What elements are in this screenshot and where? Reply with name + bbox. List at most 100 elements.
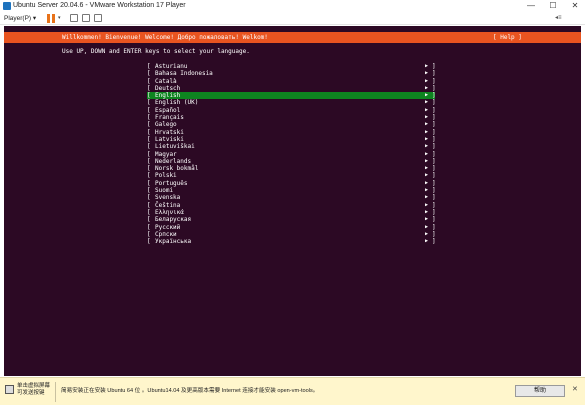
- help-button[interactable]: 帮助: [515, 385, 565, 397]
- language-label: Čeština: [155, 201, 181, 209]
- left-bracket: [: [147, 92, 151, 100]
- language-label: Lietuviškai: [155, 143, 195, 151]
- language-label: Deutsch: [155, 84, 181, 92]
- language-option[interactable]: [Беларуская ▶]: [147, 216, 436, 224]
- window-title-bar[interactable]: Ubuntu Server 20.04.6 - VMware Workstati…: [0, 0, 585, 12]
- right-bracket: ]: [432, 92, 436, 100]
- left-bracket: [: [147, 194, 151, 202]
- language-option[interactable]: [Français ▶]: [147, 114, 436, 122]
- language-option[interactable]: [Português ▶]: [147, 179, 436, 187]
- right-bracket: ]: [432, 201, 436, 209]
- left-bracket: [: [147, 128, 151, 136]
- vmware-toolbar: Player(P) ▾ ▾ ◂≡: [0, 12, 585, 25]
- language-list: [Asturianu ▶] [Bahasa Indonesia ▶] [Català ▶]…: [147, 63, 436, 246]
- vmware-app-icon: [3, 2, 11, 10]
- language-option[interactable]: [Polski ▶]: [147, 172, 436, 180]
- right-bracket: ]: [432, 187, 436, 195]
- player-menu[interactable]: Player(P) ▾: [4, 12, 36, 25]
- right-bracket: ]: [432, 121, 436, 129]
- arrow-right-icon: ▶: [425, 223, 429, 230]
- language-option[interactable]: [Bahasa Indonesia ▶]: [147, 70, 436, 78]
- close-button[interactable]: ✕: [567, 0, 583, 12]
- right-bracket: ]: [432, 172, 436, 180]
- language-option[interactable]: [Čeština ▶]: [147, 201, 436, 209]
- language-option[interactable]: [Svenska ▶]: [147, 194, 436, 202]
- fit-guest-icon[interactable]: [82, 14, 90, 22]
- language-option[interactable]: [Српски ▶]: [147, 230, 436, 238]
- full-screen-icon[interactable]: [94, 14, 102, 22]
- right-bracket: ]: [432, 223, 436, 231]
- arrow-right-icon: ▶: [425, 208, 429, 215]
- language-option[interactable]: [Latviski ▶]: [147, 135, 436, 143]
- installer-help-button[interactable]: [ Help ]: [493, 32, 522, 43]
- divider: [55, 382, 56, 402]
- left-bracket: [: [147, 157, 151, 165]
- language-label: Norsk bokmål: [155, 165, 199, 173]
- pause-dropdown-caret[interactable]: ▾: [58, 12, 61, 25]
- language-label: Asturianu: [155, 63, 188, 70]
- language-option[interactable]: [Nederlands ▶]: [147, 157, 436, 165]
- right-bracket: ]: [432, 63, 436, 70]
- installer-title: Willkommen! Bienvenue! Welcome! Добро по…: [62, 34, 268, 41]
- language-label: Русский: [155, 223, 181, 231]
- language-option[interactable]: [Asturianu ▶]: [147, 63, 436, 70]
- vm-console[interactable]: Willkommen! Bienvenue! Welcome! Добро по…: [4, 26, 581, 376]
- pause-icon[interactable]: [47, 14, 56, 23]
- arrow-right-icon: ▶: [425, 216, 429, 223]
- installer-header: Willkommen! Bienvenue! Welcome! Добро по…: [4, 32, 581, 43]
- language-option[interactable]: [Українська ▶]: [147, 238, 436, 246]
- instruction-text: Use UP, DOWN and ENTER keys to select yo…: [62, 48, 250, 55]
- left-bracket: [: [147, 99, 151, 107]
- language-option[interactable]: [Русский ▶]: [147, 223, 436, 231]
- language-label: Français: [155, 114, 184, 122]
- keyboard-capture-icon: [5, 385, 14, 394]
- arrow-right-icon: ▶: [425, 70, 429, 77]
- arrow-right-icon: ▶: [425, 135, 429, 142]
- devices-icon[interactable]: ◂≡: [555, 12, 562, 25]
- language-option[interactable]: [Lietuviškai ▶]: [147, 143, 436, 151]
- left-bracket: [: [147, 121, 151, 129]
- left-bracket: [: [147, 77, 151, 85]
- easy-install-message: 简易安装正在安装 Ubuntu 64 位 。Ubuntu14.04 及更高版本需…: [61, 388, 319, 394]
- language-label: Galego: [155, 121, 177, 129]
- arrow-right-icon: ▶: [425, 230, 429, 237]
- arrow-right-icon: ▶: [425, 187, 429, 194]
- maximize-button[interactable]: ☐: [545, 0, 561, 12]
- left-bracket: [: [147, 70, 151, 78]
- language-option[interactable]: [Galego ▶]: [147, 121, 436, 129]
- language-option[interactable]: [Hrvatski ▶]: [147, 128, 436, 136]
- send-ctrl-alt-del-icon[interactable]: [70, 14, 78, 22]
- right-bracket: ]: [432, 150, 436, 158]
- notification-close-icon[interactable]: ✕: [572, 385, 578, 395]
- language-option[interactable]: [Magyar ▶]: [147, 150, 436, 158]
- language-option[interactable]: [English ▶]: [147, 92, 436, 100]
- language-option[interactable]: [Norsk bokmål ▶]: [147, 165, 436, 173]
- language-label: Magyar: [155, 150, 177, 158]
- right-bracket: ]: [432, 208, 436, 216]
- left-bracket: [: [147, 106, 151, 114]
- language-option[interactable]: [Español ▶]: [147, 106, 436, 114]
- language-label: Português: [155, 179, 188, 187]
- arrow-right-icon: ▶: [425, 157, 429, 164]
- language-option[interactable]: [Deutsch ▶]: [147, 84, 436, 92]
- language-label: Nederlands: [155, 157, 192, 165]
- language-option[interactable]: [Català ▶]: [147, 77, 436, 85]
- language-option[interactable]: [English (UK) ▶]: [147, 99, 436, 107]
- language-label: Polski: [155, 172, 177, 180]
- minimize-button[interactable]: —: [523, 0, 539, 12]
- right-bracket: ]: [432, 84, 436, 92]
- language-option[interactable]: [Suomi ▶]: [147, 187, 436, 195]
- left-bracket: [: [147, 172, 151, 180]
- right-bracket: ]: [432, 165, 436, 173]
- arrow-right-icon: ▶: [425, 84, 429, 91]
- click-hint-line-1: 单击虚拟屏幕: [17, 383, 51, 389]
- right-bracket: ]: [432, 106, 436, 114]
- left-bracket: [: [147, 150, 151, 158]
- language-option[interactable]: [Ελληνικά ▶]: [147, 208, 436, 216]
- left-bracket: [: [147, 114, 151, 122]
- language-label: Беларуская: [155, 216, 192, 224]
- language-label: Українська: [155, 238, 192, 246]
- right-bracket: ]: [432, 179, 436, 187]
- language-label: Suomi: [155, 187, 174, 195]
- language-label: Svenska: [155, 194, 181, 202]
